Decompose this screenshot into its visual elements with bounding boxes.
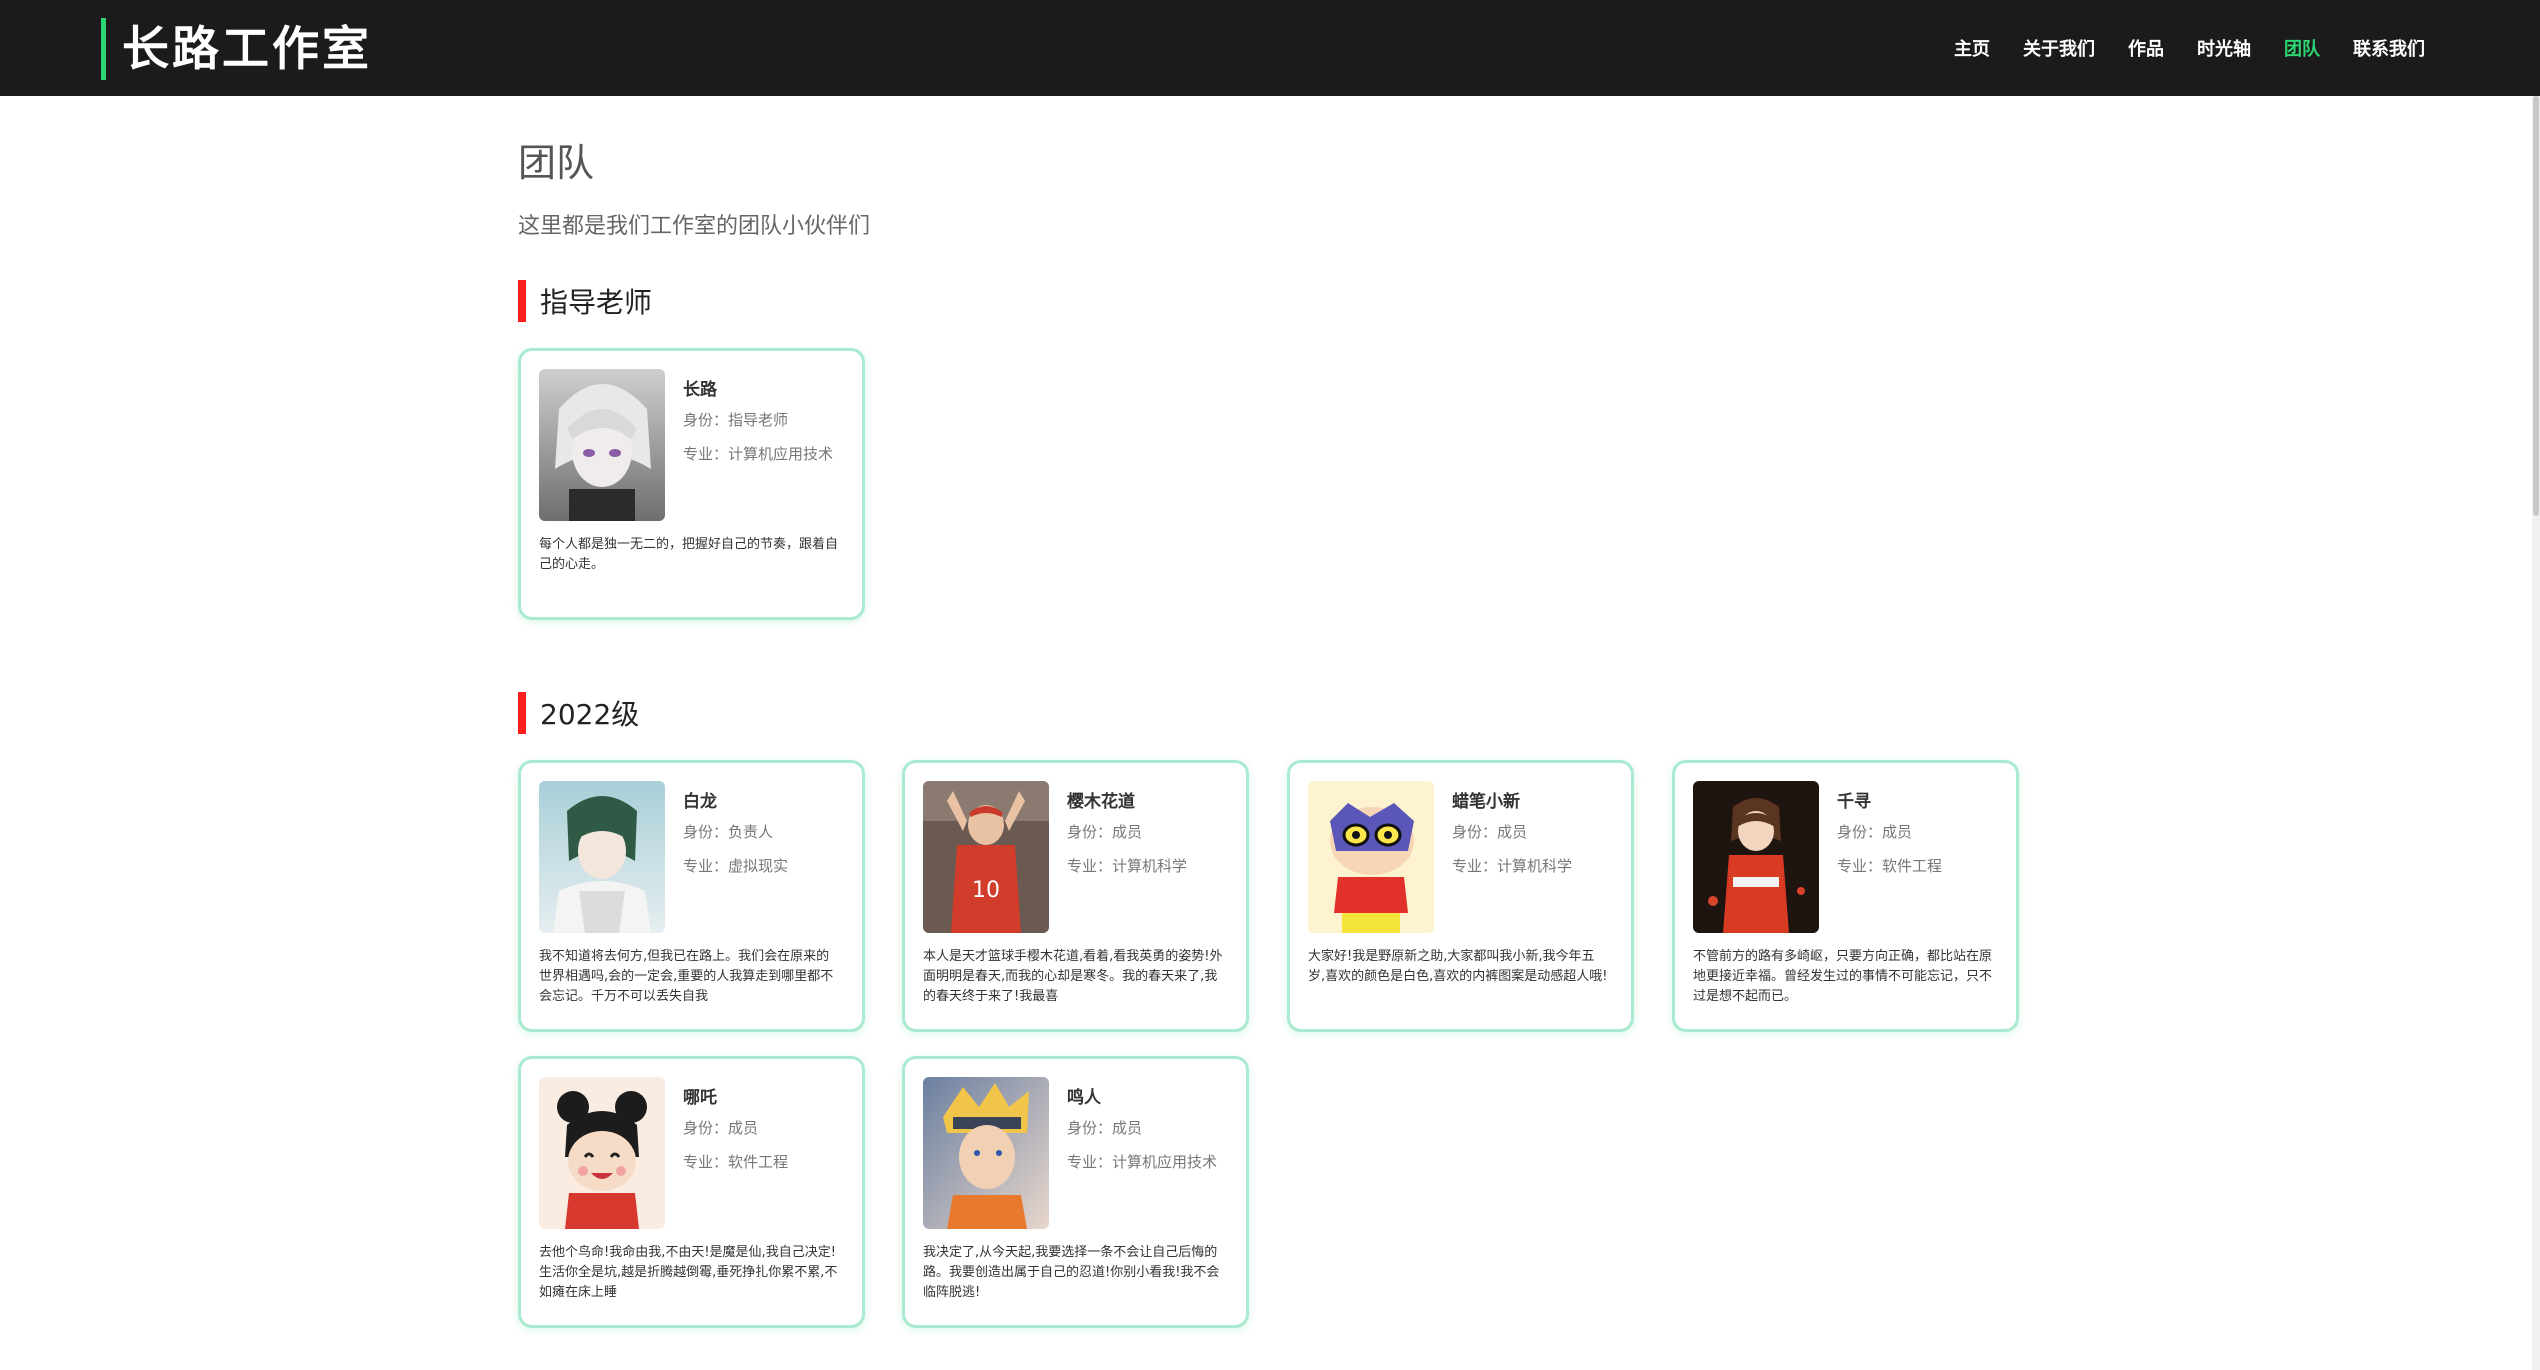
member-desc: 我决定了,从今天起,我要选择一条不会让自己后悔的路。我要创造出属于自己的忍道!你…	[923, 1245, 1220, 1300]
member-major: 专业：计算机应用技术	[683, 445, 834, 463]
nav-item-timeline[interactable]: 时光轴	[2197, 35, 2251, 61]
member-name: 千寻	[1837, 792, 1871, 812]
member-avatar	[539, 781, 665, 933]
anime-silver-hair-portrait-icon	[539, 369, 665, 521]
page-title: 团队	[518, 141, 595, 185]
main-nav: 主页 关于我们 作品 时光轴 团队 联系我们	[1921, 0, 2425, 96]
member-name: 长路	[683, 380, 717, 400]
member-avatar	[1693, 781, 1819, 933]
section-heading-2022: 2022级	[518, 692, 639, 734]
member-role: 身份：成员	[1067, 1119, 1143, 1137]
member-role: 身份：负责人	[683, 823, 774, 841]
member-card[interactable]: 哪吒 身份：成员 专业：软件工程 去他个鸟命!我命由我,不由天!是魔是仙,我自己…	[518, 1056, 865, 1328]
member-role: 身份：成员	[1067, 823, 1143, 841]
member-card[interactable]: 千寻 身份：成员 专业：软件工程 不管前方的路有多崎岖，只要方向正确，都比站在原…	[1672, 760, 2019, 1032]
brand-title: 长路工作室	[122, 21, 372, 77]
member-card[interactable]: 蜡笔小新 身份：成员 专业：计算机科学 大家好!我是野原新之助,大家都叫我小新,…	[1287, 760, 1634, 1032]
member-major: 专业：计算机科学	[1452, 857, 1573, 875]
member-role: 身份：成员	[1837, 823, 1913, 841]
member-role: 身份：成员	[1452, 823, 1528, 841]
member-major: 专业：计算机科学	[1067, 857, 1188, 875]
member-major: 专业：计算机应用技术	[1067, 1153, 1218, 1171]
anime-green-hair-portrait-icon	[539, 781, 665, 933]
nav-item-team[interactable]: 团队	[2284, 35, 2320, 61]
member-desc: 每个人都是独一无二的，把握好自己的节奏，跟着自己的心走。	[539, 537, 839, 572]
nav-item-about[interactable]: 关于我们	[2023, 35, 2095, 61]
member-card[interactable]: 10 樱木花道 身份：成员 专业：计算机科学 本人是天才篮球手樱木花道,看着,看…	[902, 760, 1249, 1032]
member-name: 白龙	[683, 792, 717, 812]
member-desc: 去他个鸟命!我命由我,不由天!是魔是仙,我自己决定!生活你全是坑,越是折腾越倒霉…	[539, 1245, 838, 1300]
member-avatar	[539, 369, 665, 521]
member-role: 身份：成员	[683, 1119, 759, 1137]
nav-item-contact[interactable]: 联系我们	[2353, 35, 2425, 61]
member-role: 身份：指导老师	[683, 411, 789, 429]
member-desc: 本人是天才篮球手樱木花道,看着,看我英勇的姿势!外面明明是春天,而我的心却是寒冬…	[923, 949, 1223, 1004]
member-avatar	[1308, 781, 1434, 933]
member-desc: 大家好!我是野原新之助,大家都叫我小新,我今年五岁,喜欢的颜色是白色,喜欢的内裤…	[1308, 949, 1608, 984]
basketball-player-portrait-icon: 10	[923, 781, 1049, 933]
member-name: 蜡笔小新	[1452, 792, 1520, 812]
cartoon-nezha-portrait-icon	[539, 1077, 665, 1229]
svg-text:10: 10	[972, 878, 1000, 903]
member-desc: 我不知道将去何方,但我已在路上。我们会在原来的世界相遇吗,会的一定会,重要的人我…	[539, 949, 834, 1004]
anime-girl-red-outfit-portrait-icon	[1693, 781, 1819, 933]
site-header: 长路工作室 主页 关于我们 作品 时光轴 团队 联系我们	[0, 0, 2540, 96]
member-name: 樱木花道	[1067, 792, 1135, 812]
page-subtitle: 这里都是我们工作室的团队小伙伴们	[518, 214, 871, 239]
section-heading-teachers: 指导老师	[518, 280, 652, 322]
member-avatar	[923, 1077, 1049, 1229]
member-avatar	[539, 1077, 665, 1229]
member-name: 鸣人	[1067, 1088, 1101, 1108]
scrollbar-thumb[interactable]	[2533, 96, 2539, 516]
member-major: 专业：软件工程	[683, 1153, 789, 1171]
member-card[interactable]: 白龙 身份：负责人 专业：虚拟现实 我不知道将去何方,但我已在路上。我们会在原来…	[518, 760, 865, 1032]
nav-item-works[interactable]: 作品	[2128, 35, 2164, 61]
member-desc: 不管前方的路有多崎岖，只要方向正确，都比站在原地更接近幸福。曾经发生过的事情不可…	[1693, 949, 1993, 1004]
anime-ninja-portrait-icon	[923, 1077, 1049, 1229]
member-card[interactable]: 长路 身份：指导老师 专业：计算机应用技术 每个人都是独一无二的，把握好自己的节…	[518, 348, 865, 620]
member-major: 专业：虚拟现实	[683, 857, 789, 875]
brand-logo[interactable]: 长路工作室	[101, 18, 372, 80]
nav-item-home[interactable]: 主页	[1954, 35, 1990, 61]
member-card[interactable]: 鸣人 身份：成员 专业：计算机应用技术 我决定了,从今天起,我要选择一条不会让自…	[902, 1056, 1249, 1328]
cartoon-boy-mask-portrait-icon	[1308, 781, 1434, 933]
member-avatar: 10	[923, 781, 1049, 933]
member-name: 哪吒	[683, 1088, 717, 1108]
member-major: 专业：软件工程	[1837, 857, 1943, 875]
